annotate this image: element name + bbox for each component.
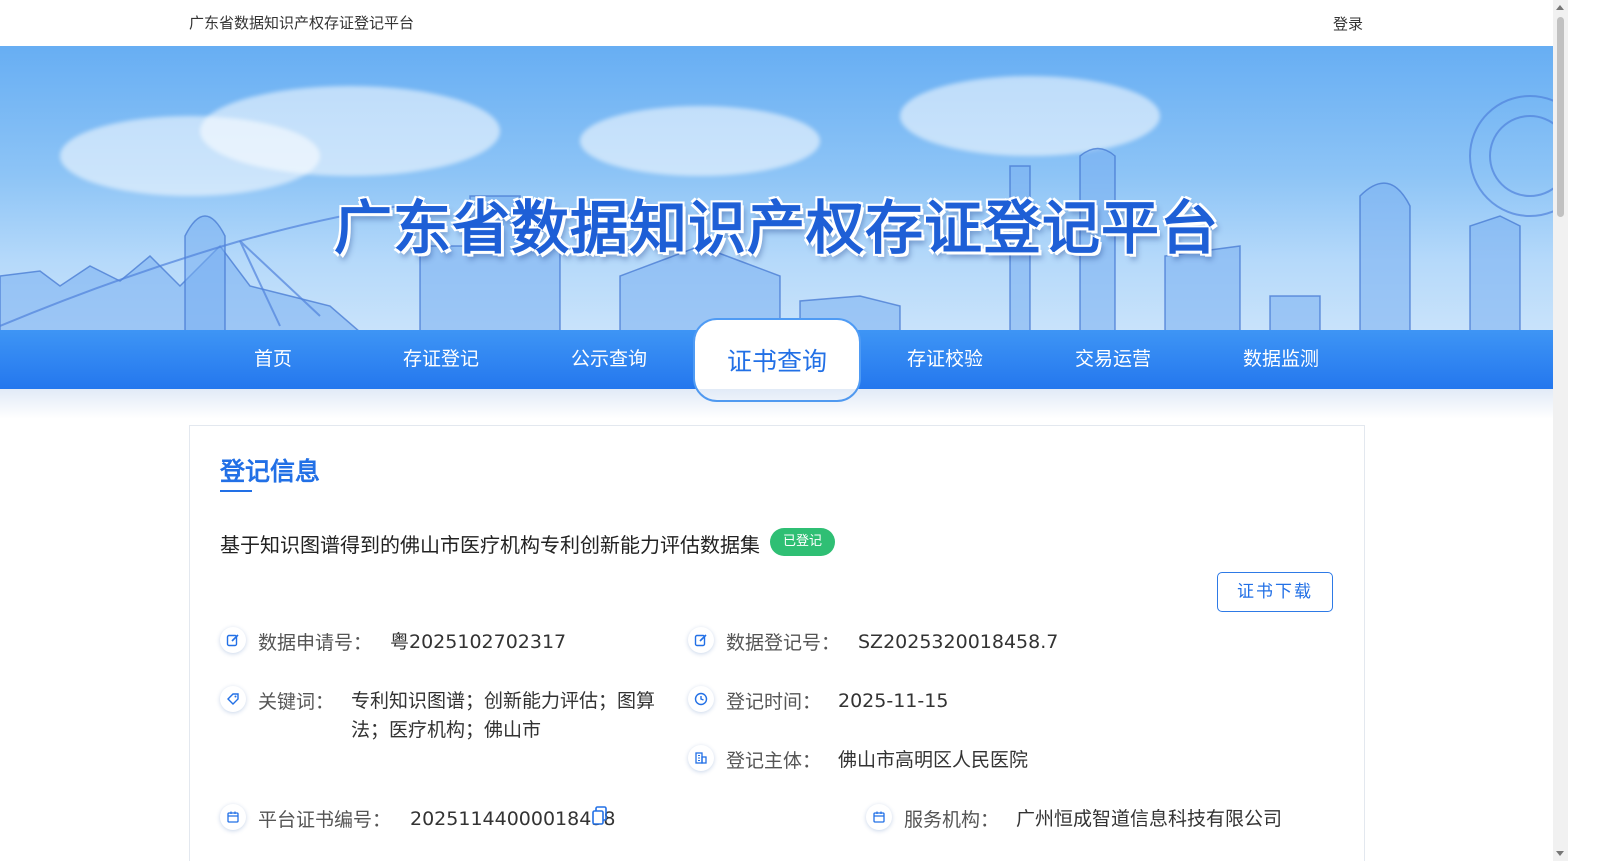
top-bar: 广东省数据知识产权存证登记平台 登录: [0, 0, 1553, 46]
copy-icon[interactable]: [592, 806, 608, 831]
nav-item-trading[interactable]: 交易运营: [1029, 330, 1197, 389]
main-nav: 首页 存证登记 公示查询 证书查询 存证校验 交易运营 数据监测: [0, 318, 1553, 402]
keywords-label: 关键词：: [258, 691, 335, 713]
certificate-no-label: 平台证书编号：: [258, 809, 392, 831]
registration-subject-value: 佛山市高明区人民医院: [838, 749, 1029, 771]
nav-item-home[interactable]: 首页: [189, 330, 357, 389]
registration-subject-label: 登记主体：: [726, 750, 822, 772]
field-service-org: 服务机构： 广州恒成智道信息科技有限公司: [866, 804, 1336, 834]
hero-banner: 广东省数据知识产权存证登记平台: [0, 46, 1553, 332]
registration-no-value: SZ2025320018458.7: [858, 631, 1059, 653]
dataset-title: 基于知识图谱得到的佛山市医疗机构专利创新能力评估数据集: [220, 533, 760, 557]
clock-icon: [688, 686, 714, 712]
site-title: 广东省数据知识产权存证登记平台: [189, 14, 415, 32]
field-certificate-no: 平台证书编号： 20251144000018458: [220, 804, 660, 834]
scroll-up-arrow-icon[interactable]: [1556, 5, 1564, 10]
scroll-down-arrow-icon[interactable]: [1556, 851, 1564, 856]
status-badge: 已登记: [770, 528, 836, 556]
registration-no-label: 数据登记号：: [726, 632, 841, 654]
field-registration-no: 数据登记号： SZ2025320018458.7: [688, 627, 1248, 657]
registration-info-card: 登记信息 基于知识图谱得到的佛山市医疗机构专利创新能力评估数据集 已登记 证书下…: [189, 425, 1365, 861]
section-underline: [220, 490, 252, 492]
building-icon: [688, 745, 714, 771]
tag-icon: [220, 686, 246, 712]
edit-icon: [220, 627, 246, 653]
field-application-no: 数据申请号： 粤2025102702317: [220, 627, 660, 657]
nav-shadow: [0, 389, 1553, 419]
section-title: 登记信息: [220, 457, 321, 486]
field-registration-subject: 登记主体： 佛山市高明区人民医院: [688, 745, 1188, 775]
registration-time-value: 2025-11-15: [838, 690, 949, 712]
edit-icon: [688, 627, 714, 653]
nav-item-register[interactable]: 存证登记: [357, 330, 525, 389]
service-org-value: 广州恒成智道信息科技有限公司: [1016, 808, 1283, 830]
certificate-download-button[interactable]: 证书下载: [1217, 572, 1333, 612]
nav-item-public-query[interactable]: 公示查询: [525, 330, 693, 389]
application-no-label: 数据申请号：: [258, 632, 373, 654]
field-keywords: 关键词： 专利知识图谱；创新能力评估；图算法；医疗机构；佛山市: [220, 686, 670, 748]
registration-time-label: 登记时间：: [726, 691, 822, 713]
nav-item-verify[interactable]: 存证校验: [861, 330, 1029, 389]
service-org-label: 服务机构：: [904, 809, 1000, 831]
application-no-value: 粤2025102702317: [390, 631, 567, 653]
nav-item-monitoring[interactable]: 数据监测: [1197, 330, 1365, 389]
calendar-icon: [220, 804, 246, 830]
login-link[interactable]: 登录: [1333, 13, 1363, 34]
scrollbar-thumb[interactable]: [1557, 17, 1564, 217]
keywords-value: 专利知识图谱；创新能力评估；图算法；医疗机构；佛山市: [351, 690, 656, 741]
banner-title: 广东省数据知识产权存证登记平台: [333, 194, 1219, 262]
certificate-no-value: 20251144000018458: [410, 808, 616, 830]
page-scrollbar[interactable]: [1553, 0, 1568, 861]
calendar-icon: [866, 804, 892, 830]
field-registration-time: 登记时间： 2025-11-15: [688, 686, 1188, 716]
